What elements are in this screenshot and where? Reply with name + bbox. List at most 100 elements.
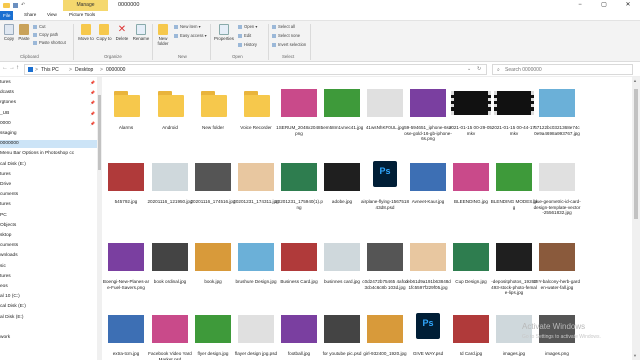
edit-button[interactable]: Edit: [238, 33, 251, 38]
maximize-button[interactable]: ▢: [592, 0, 616, 11]
file-item[interactable]: girl-932400_1920.jpg: [361, 307, 409, 357]
minimize-button[interactable]: −: [568, 0, 592, 11]
move-to-button[interactable]: Move to: [78, 24, 94, 41]
nav-item[interactable]: al 10 (C:): [0, 293, 97, 301]
select-none-button[interactable]: Select none: [272, 33, 300, 38]
nav-item[interactable]: 0000000: [0, 140, 97, 149]
nav-item[interactable]: eos: [0, 283, 97, 291]
nav-item[interactable]: rgtones 📌: [0, 99, 97, 107]
manage-tab[interactable]: Manage: [63, 0, 108, 11]
file-item[interactable]: flyer design.jpg: [189, 307, 237, 357]
file-item[interactable]: adobe.jpg: [318, 155, 366, 205]
folder-item[interactable]: Android: [146, 81, 194, 131]
invert-selection-button[interactable]: Invert selection: [272, 42, 306, 47]
nav-item[interactable]: Drive: [0, 181, 97, 189]
file-item[interactable]: 20201116_174516.jpg: [189, 155, 237, 205]
nav-item[interactable]: cuments: [0, 191, 97, 199]
open-button[interactable]: Open ▾: [238, 24, 258, 29]
properties-button[interactable]: Properties: [213, 24, 235, 41]
file-item[interactable]: 20201231_175940(1).png: [275, 155, 323, 210]
undo-icon[interactable]: ↶: [21, 2, 25, 8]
scroll-down-icon[interactable]: ▼: [633, 353, 637, 358]
copy-to-button[interactable]: Copy to: [96, 24, 112, 41]
file-item[interactable]: 67122bc0321368e74c0e9a4698a993767.jpg: [533, 81, 581, 136]
file-item[interactable]: 59-594651_iphone-6s-rose-gold-16-gb-ipho…: [404, 81, 452, 142]
rename-button[interactable]: Rename: [132, 24, 150, 41]
vertical-scrollbar[interactable]: ▲ ▼: [632, 77, 640, 360]
save-icon[interactable]: [13, 3, 18, 8]
new-item-button[interactable]: New item ▾: [174, 24, 201, 29]
file-item[interactable]: 2021-01-15 00-29-05.mkv: [447, 81, 495, 136]
close-button[interactable]: ✕: [616, 0, 640, 11]
scroll-up-icon[interactable]: ▲: [633, 78, 637, 83]
search-box[interactable]: ⌕: [492, 64, 633, 75]
breadcrumb-folder[interactable]: 0000000: [106, 67, 125, 73]
nav-item[interactable]: work: [0, 334, 97, 342]
nav-item[interactable]: ssaging: [0, 130, 97, 138]
cut-button[interactable]: Cut: [33, 24, 46, 29]
copy-button[interactable]: Copy: [2, 24, 16, 41]
nav-item[interactable]: tures: [0, 201, 97, 209]
file-item[interactable]: Id Card.jpg: [447, 307, 495, 357]
nav-item[interactable]: [0, 324, 97, 332]
search-input[interactable]: [505, 66, 625, 74]
file-item[interactable]: Business Card.jpg: [275, 235, 323, 285]
file-item[interactable]: c0d2472b75465 4afcd3cb4c6c8b 103d.jpg: [361, 235, 409, 290]
nav-item[interactable]: PC: [0, 212, 97, 220]
file-item[interactable]: for youtube pic.psd: [318, 307, 366, 357]
nav-item[interactable]: wnloads: [0, 252, 97, 260]
file-item[interactable]: Cup Design.jpg: [447, 235, 495, 285]
file-item[interactable]: blue-geometric-id-card-design-template-v…: [533, 155, 581, 216]
delete-button[interactable]: ✕ Delete: [114, 24, 130, 41]
tab-share[interactable]: Share: [24, 12, 36, 17]
file-item[interactable]: book ordinal.jpg: [146, 235, 194, 285]
file-item[interactable]: DIY-balcony-herb-garden-water-fall.jpg: [533, 235, 581, 290]
file-item[interactable]: Ps GIVE WAY.psd: [404, 307, 452, 357]
address-box[interactable]: > This PC > Desktop > 0000000 ⌄ ↻: [24, 64, 487, 75]
easy-access-button[interactable]: Easy access ▾: [174, 33, 207, 38]
nav-item[interactable]: 0000 📌: [0, 120, 97, 128]
folder-item[interactable]: Alarms: [102, 81, 150, 131]
file-item[interactable]: 5em58m1vnec41.jpg: [318, 81, 366, 131]
tab-view[interactable]: View: [47, 12, 57, 17]
up-arrow-icon[interactable]: ↑: [16, 65, 19, 71]
paste-button[interactable]: Paste: [17, 24, 31, 41]
nav-item[interactable]: tures: [0, 273, 97, 281]
file-item[interactable]: 20201116_121950.jpg: [146, 155, 194, 205]
tab-file[interactable]: File: [0, 11, 14, 20]
file-item[interactable]: flayer design jpg.psd: [232, 307, 280, 357]
file-item[interactable]: businnes card.jpg: [318, 235, 366, 285]
file-item[interactable]: ceb61d9a191b63848d1fc5597f229f05.jpg: [404, 235, 452, 290]
history-button[interactable]: History: [238, 42, 257, 47]
file-item[interactable]: 545792.jpg: [102, 155, 150, 205]
nav-item[interactable]: tures: [0, 171, 97, 179]
nav-item[interactable]: al Disk (E:): [0, 314, 97, 322]
nav-item[interactable]: _UB 📌: [0, 110, 97, 118]
file-item[interactable]: brushure Design.jpg: [232, 235, 280, 285]
nav-item[interactable]: Objects: [0, 222, 97, 230]
new-folder-button[interactable]: New folder: [155, 24, 171, 46]
nav-item[interactable]: sic: [0, 263, 97, 271]
nav-item[interactable]: Menu Bar Options in Photoshop cc: [0, 150, 97, 158]
file-item[interactable]: book.jpg: [189, 235, 237, 285]
file-item[interactable]: Facebook Video Yard Market.psd: [146, 307, 194, 360]
back-arrow-icon[interactable]: ←: [2, 65, 8, 71]
file-item[interactable]: images.png: [533, 307, 581, 357]
file-item[interactable]: BLENDING MODES.jpg: [490, 155, 538, 210]
file-item[interactable]: -depositphotos_19262493-stock-photo-fema…: [490, 235, 538, 296]
file-item[interactable]: 41wsNhKF0UL.jpg: [361, 81, 409, 131]
forward-arrow-icon[interactable]: →: [9, 65, 15, 71]
refresh-icon[interactable]: ↻: [477, 66, 481, 72]
file-item[interactable]: 1SERUM_2048x2048.png: [275, 81, 323, 136]
copy-path-button[interactable]: Copy path: [33, 32, 58, 37]
tab-picture-tools[interactable]: Picture Tools: [69, 12, 95, 17]
file-item[interactable]: football.jpg: [275, 307, 323, 357]
nav-item[interactable]: dcasts 📌: [0, 89, 97, 97]
file-item[interactable]: Avneet-Kaur.jpg: [404, 155, 452, 205]
paste-shortcut-button[interactable]: Paste shortcut: [33, 40, 66, 45]
nav-item[interactable]: cuments: [0, 242, 97, 250]
file-item[interactable]: BLEENDING.jpg: [447, 155, 495, 205]
file-item[interactable]: 2021-01-15 00-44-17.mkv: [490, 81, 538, 136]
nav-item[interactable]: cal Disk (E:): [0, 303, 97, 311]
folder-item[interactable]: New folder: [189, 81, 237, 131]
